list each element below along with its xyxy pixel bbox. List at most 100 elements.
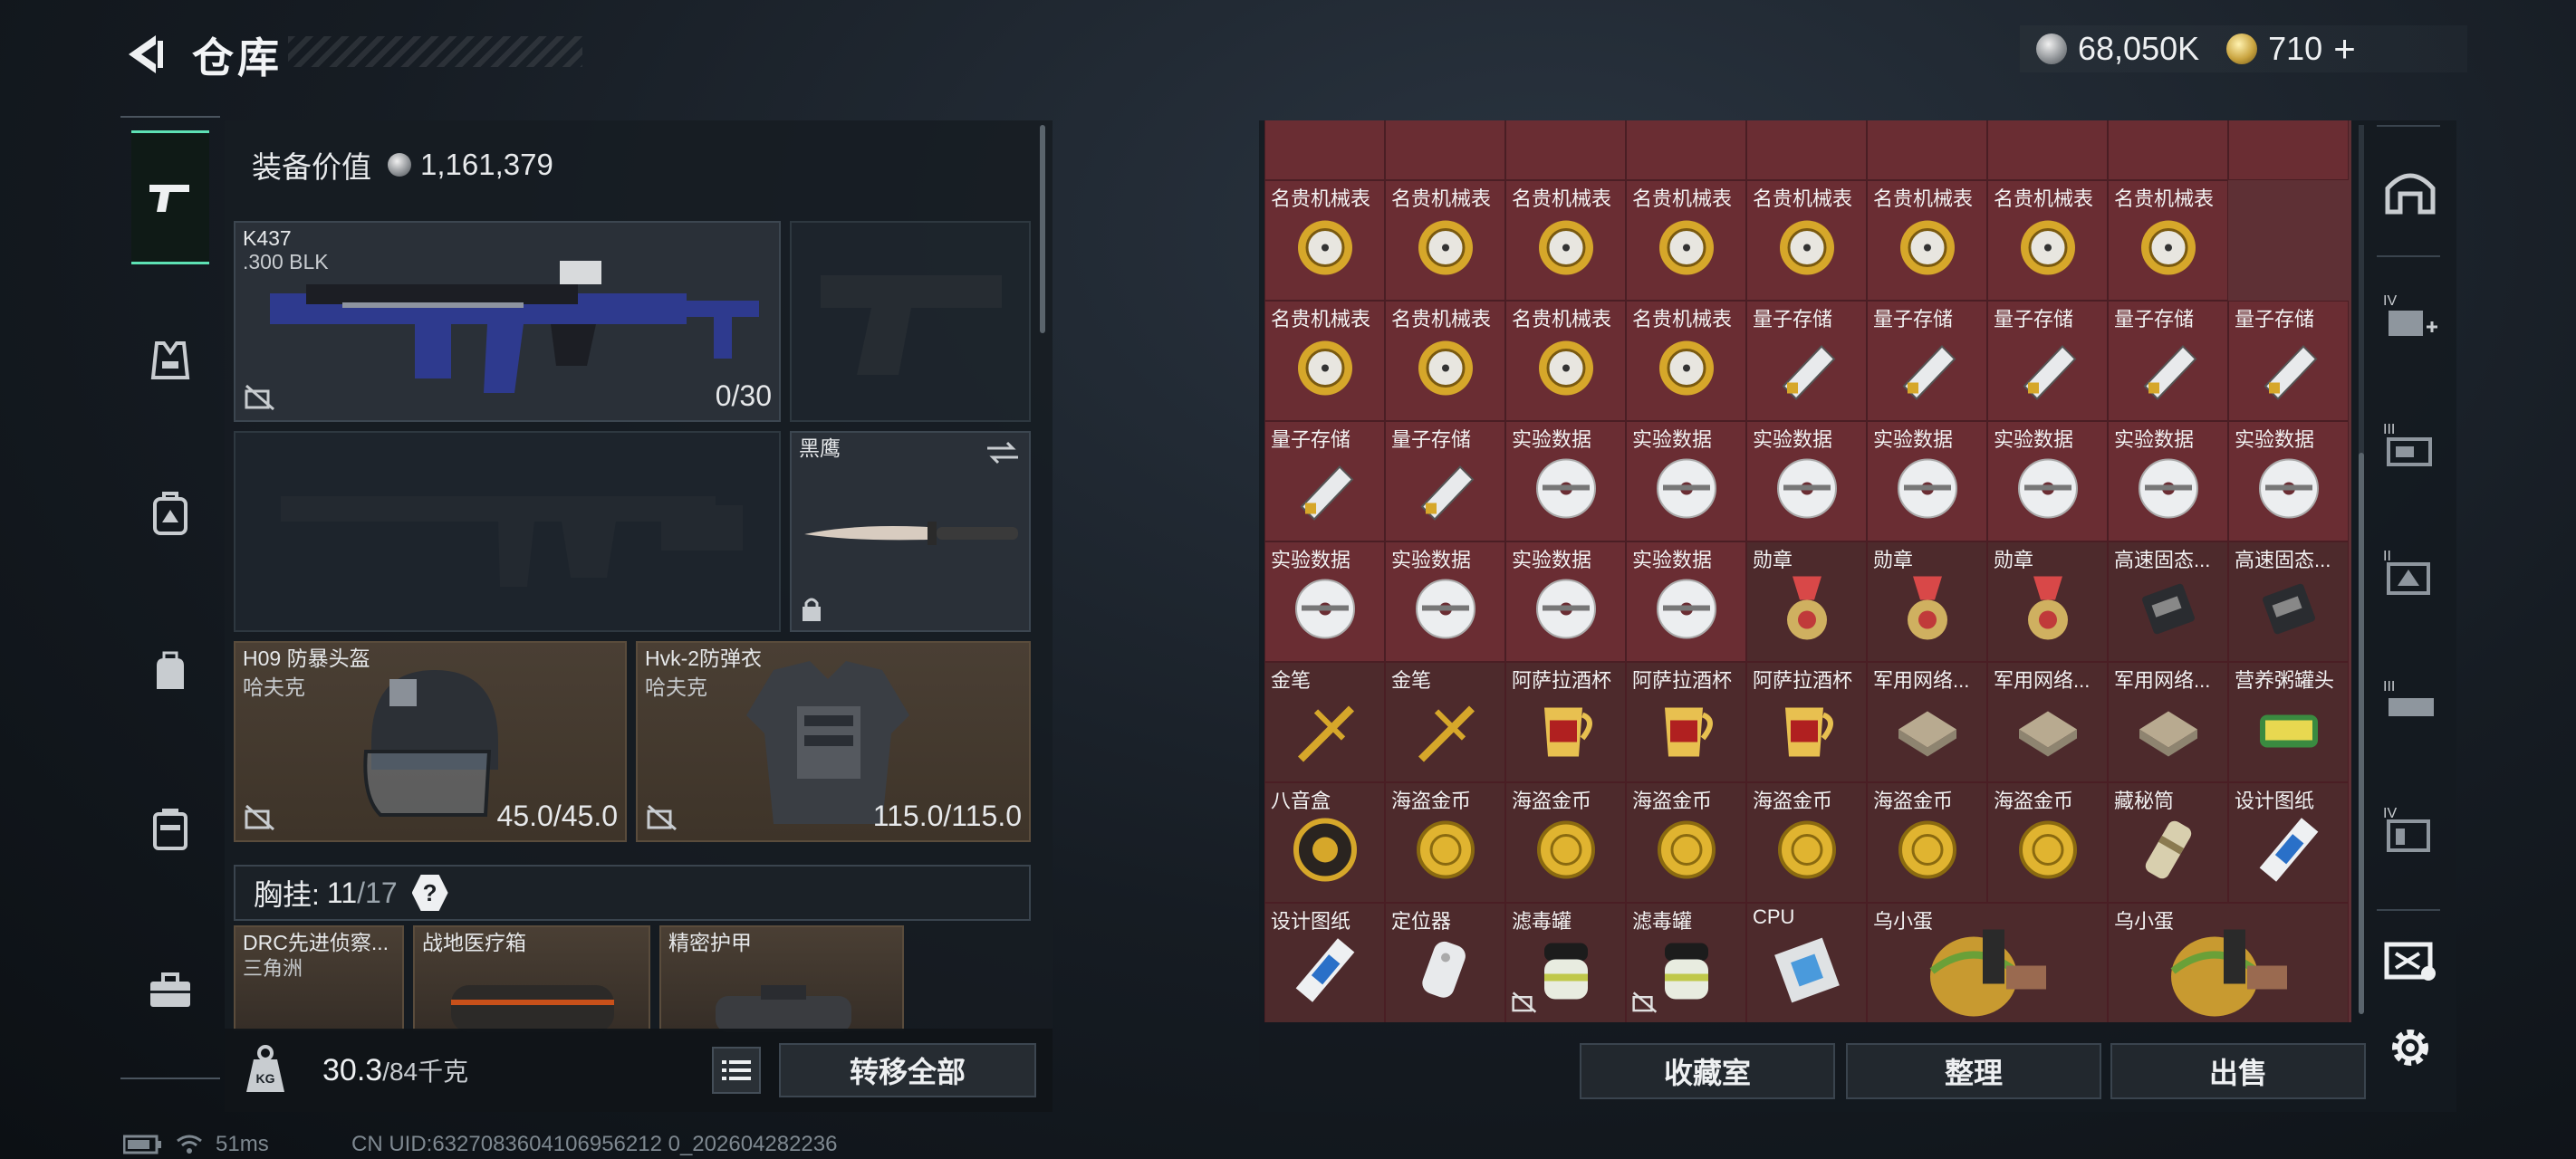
inventory-item[interactable]: 勋章 — [1987, 541, 2108, 662]
inventory-item[interactable]: 名贵机械表 — [1264, 180, 1385, 301]
settings-button[interactable] — [2379, 1016, 2442, 1079]
gold-currency[interactable]: 710 + — [2226, 27, 2356, 71]
inventory-item[interactable]: 实验数据 — [1264, 541, 1385, 662]
storage-tab-3[interactable]: III — [2379, 413, 2442, 476]
swap-icon[interactable] — [985, 440, 1020, 465]
inventory-item[interactable]: 海盗金币 — [1746, 782, 1867, 903]
inventory-item[interactable]: 量子存储 — [1264, 421, 1385, 541]
storage-tab-4[interactable]: IV — [2379, 284, 2442, 348]
inventory-item[interactable]: 高速固态... — [2108, 541, 2228, 662]
storage-tab-home[interactable] — [2379, 159, 2442, 223]
chest-item[interactable]: 精密护甲 — [659, 925, 904, 1032]
nav-case[interactable] — [131, 788, 209, 871]
inventory-item[interactable]: 量子存储 — [1746, 301, 1867, 421]
inventory-item[interactable]: 海盗金币 — [1626, 782, 1746, 903]
nav-vest[interactable] — [131, 319, 209, 402]
inventory-item[interactable]: 实验数据 — [2108, 421, 2228, 541]
inventory-item[interactable]: 设计图纸 — [1264, 903, 1385, 1022]
inventory-cell-partial[interactable] — [1867, 120, 1987, 180]
inventory-cell-partial[interactable] — [1385, 120, 1505, 180]
inventory-item[interactable]: 定位器 — [1385, 903, 1505, 1022]
inventory-item[interactable]: 实验数据 — [1505, 541, 1626, 662]
nav-weapons[interactable] — [131, 130, 209, 264]
inventory-item[interactable]: 海盗金币 — [1385, 782, 1505, 903]
inventory-item[interactable]: 八音盒 — [1264, 782, 1385, 903]
chest-rig-header[interactable]: 胸挂: 11 /17 ? — [234, 865, 1031, 921]
nav-backpack-armor[interactable] — [131, 473, 209, 556]
inventory-item[interactable]: 名贵机械表 — [1746, 180, 1867, 301]
body-armor-slot[interactable]: Hvk-2防弹衣 哈夫克 115.0/115.0 — [636, 641, 1031, 842]
inventory-item[interactable]: 实验数据 — [1385, 541, 1505, 662]
chest-item[interactable]: 战地医疗箱 — [413, 925, 650, 1032]
inventory-item[interactable]: 量子存储 — [2108, 301, 2228, 421]
secondary-weapon-slot[interactable] — [234, 431, 781, 632]
inventory-item[interactable]: 实验数据 — [1626, 541, 1746, 662]
inventory-item[interactable]: 海盗金币 — [1867, 782, 1987, 903]
inventory-item[interactable]: 乌小蛋 — [1867, 903, 2108, 1022]
inventory-item[interactable]: 实验数据 — [1626, 421, 1746, 541]
inventory-item[interactable]: 乌小蛋 — [2108, 903, 2349, 1022]
inventory-item[interactable]: 军用网络... — [1867, 662, 1987, 782]
inventory-item[interactable]: 滤毒罐 — [1626, 903, 1746, 1022]
helmet-slot[interactable]: H09 防暴头盔 哈夫克 45.0/45.0 — [234, 641, 627, 842]
inventory-item[interactable]: 量子存储 — [1867, 301, 1987, 421]
melee-slot[interactable]: 黑鹰 — [790, 431, 1031, 632]
inventory-item[interactable]: 名贵机械表 — [1264, 301, 1385, 421]
inventory-item[interactable]: 勋章 — [1746, 541, 1867, 662]
inventory-item[interactable]: 名贵机械表 — [1626, 301, 1746, 421]
inventory-item[interactable]: CPU — [1746, 903, 1867, 1022]
nav-toolbox[interactable] — [131, 949, 209, 1032]
inventory-item[interactable]: 实验数据 — [2228, 421, 2349, 541]
inventory-item[interactable]: 实验数据 — [1505, 421, 1626, 541]
inventory-item[interactable]: 实验数据 — [1867, 421, 1987, 541]
inventory-cell-partial[interactable] — [2228, 120, 2349, 180]
inventory-cell-partial[interactable] — [1505, 120, 1626, 180]
inventory-item[interactable]: 海盗金币 — [1987, 782, 2108, 903]
add-gold-button[interactable]: + — [2333, 27, 2356, 71]
inventory-item[interactable]: 设计图纸 — [2228, 782, 2349, 903]
storage-tab-2[interactable]: II — [2379, 540, 2442, 603]
inventory-item[interactable]: 量子存储 — [1385, 421, 1505, 541]
inventory-item[interactable]: 金笔 — [1264, 662, 1385, 782]
inventory-cell-partial[interactable] — [1987, 120, 2108, 180]
chest-item[interactable]: DRC先进侦察... 三角洲 — [234, 925, 404, 1030]
inventory-item[interactable]: 名贵机械表 — [2108, 180, 2228, 301]
inventory-item[interactable]: 名贵机械表 — [1385, 301, 1505, 421]
inventory-item[interactable]: 名贵机械表 — [1867, 180, 1987, 301]
pistol-slot[interactable] — [790, 221, 1031, 422]
storage-tab-collection[interactable] — [2379, 929, 2442, 992]
inventory-item[interactable]: 实验数据 — [1746, 421, 1867, 541]
equipment-scrollbar[interactable] — [1040, 125, 1045, 333]
back-button[interactable] — [118, 27, 172, 81]
inventory-item[interactable]: 高速固态... — [2228, 541, 2349, 662]
inventory-item[interactable]: 阿萨拉酒杯 — [1626, 662, 1746, 782]
inventory-cell-partial[interactable] — [1746, 120, 1867, 180]
inventory-item[interactable]: 名贵机械表 — [1385, 180, 1505, 301]
inventory-item[interactable]: 营养粥罐头 — [2228, 662, 2349, 782]
inventory-item[interactable]: 量子存储 — [2228, 301, 2349, 421]
inventory-item[interactable]: 海盗金币 — [1505, 782, 1626, 903]
storage-tab-4b[interactable]: IV — [2379, 797, 2442, 860]
inventory-item[interactable]: 勋章 — [1867, 541, 1987, 662]
list-view-button[interactable] — [712, 1047, 761, 1094]
help-button[interactable]: ? — [411, 875, 448, 911]
inventory-item[interactable]: 名贵机械表 — [1505, 301, 1626, 421]
organize-button[interactable]: 整理 — [1846, 1043, 2101, 1099]
storage-tab-3b[interactable]: III — [2379, 670, 2442, 733]
inventory-item[interactable]: 藏秘筒 — [2108, 782, 2228, 903]
inventory-cell-partial[interactable] — [1264, 120, 1385, 180]
inventory-item[interactable]: 滤毒罐 — [1505, 903, 1626, 1022]
inventory-item[interactable]: 金笔 — [1385, 662, 1505, 782]
inventory-item[interactable]: 名贵机械表 — [1505, 180, 1626, 301]
inventory-item[interactable]: 量子存储 — [1987, 301, 2108, 421]
inventory-item[interactable]: 名贵机械表 — [1626, 180, 1746, 301]
sell-button[interactable]: 出售 — [2110, 1043, 2366, 1099]
inventory-item[interactable]: 实验数据 — [1987, 421, 2108, 541]
inventory-item[interactable]: 阿萨拉酒杯 — [1746, 662, 1867, 782]
nav-bag[interactable] — [131, 630, 209, 714]
inventory-item[interactable]: 名贵机械表 — [1987, 180, 2108, 301]
inventory-item[interactable]: 阿萨拉酒杯 — [1505, 662, 1626, 782]
inventory-item[interactable]: 军用网络... — [2108, 662, 2228, 782]
inventory-cell-partial[interactable] — [1626, 120, 1746, 180]
inventory-scrollbar[interactable] — [2359, 453, 2364, 1014]
